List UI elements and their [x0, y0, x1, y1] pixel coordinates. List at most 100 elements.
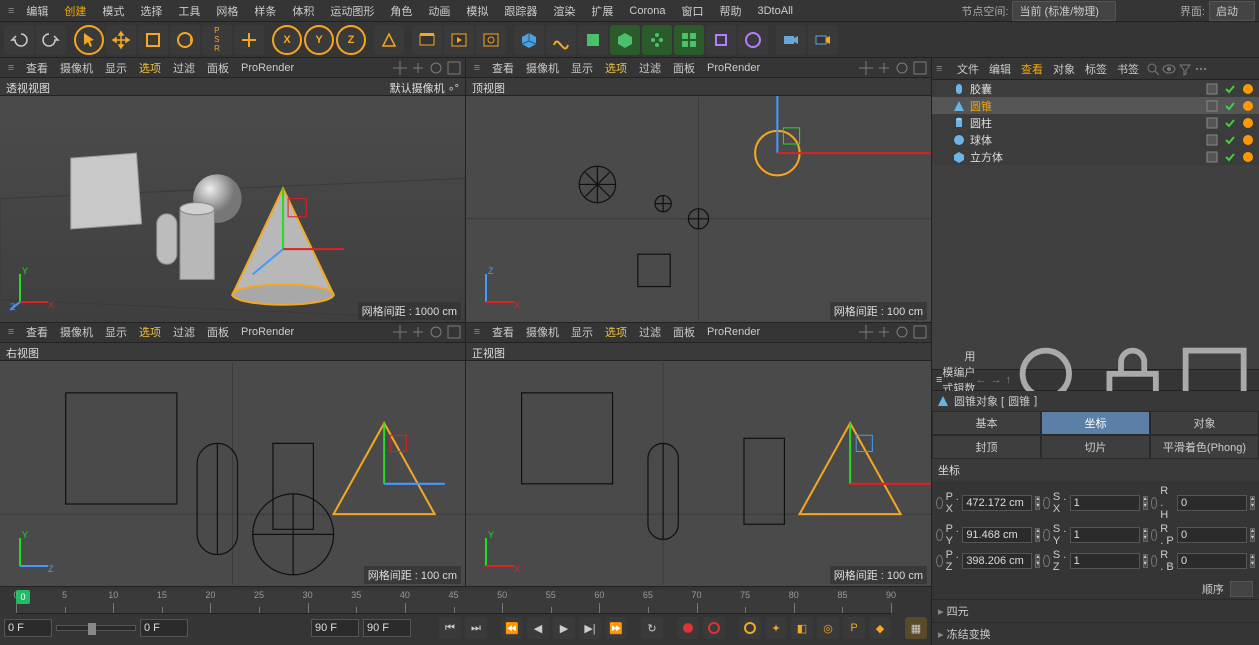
vp-front-canvas[interactable]: Y X 网格间距 : 100 cm — [466, 361, 931, 586]
vp-nav-move-icon[interactable] — [392, 60, 408, 76]
tl-step-fwd[interactable]: ▶| — [579, 617, 601, 639]
object-name[interactable]: 胶囊 — [970, 81, 1070, 97]
vp-hamburger-icon[interactable]: ≡ — [468, 326, 486, 338]
vp-menu-display[interactable]: 显示 — [99, 324, 133, 340]
vp-menu-filter[interactable]: 过滤 — [167, 60, 201, 76]
vp-menu-display[interactable]: 显示 — [565, 324, 599, 340]
nav-back-icon[interactable]: ← — [976, 374, 987, 386]
vp-nav-zoom-icon[interactable] — [410, 324, 426, 340]
vp-menu-panel[interactable]: 面板 — [667, 324, 701, 340]
om-tab-file[interactable]: 文件 — [952, 61, 984, 77]
redo-button[interactable] — [36, 25, 66, 55]
tl-range-start[interactable] — [140, 619, 188, 637]
coord-input-r2[interactable] — [1177, 553, 1247, 569]
vp-menu-view[interactable]: 查看 — [20, 324, 54, 340]
coord-input-p1[interactable] — [962, 527, 1032, 543]
menu-extensions[interactable]: 扩展 — [583, 3, 621, 19]
select-tool[interactable] — [74, 25, 104, 55]
om-tab-bookmarks[interactable]: 书签 — [1112, 61, 1144, 77]
vp-top-canvas[interactable]: Z X 网格间距 : 100 cm — [466, 96, 931, 321]
attr-tab-phong[interactable]: 平滑着色(Phong) — [1150, 435, 1259, 459]
add-camera-button[interactable] — [776, 25, 806, 55]
render-view-button[interactable] — [412, 25, 442, 55]
tl-cur-end[interactable] — [363, 619, 411, 637]
vp-menu-cameras[interactable]: 摄像机 — [54, 60, 99, 76]
vp-menu-filter[interactable]: 过滤 — [167, 324, 201, 340]
menu-edit[interactable]: 编辑 — [18, 3, 56, 19]
tl-goto-end[interactable]: ⏭ — [465, 617, 487, 639]
menu-character[interactable]: 角色 — [382, 3, 420, 19]
tl-step-back[interactable]: ◀ — [527, 617, 549, 639]
object-name[interactable]: 圆柱 — [970, 115, 1070, 131]
fold-quaternion[interactable]: 四元 — [932, 599, 1259, 622]
coord-system-button[interactable] — [374, 25, 404, 55]
vp-menu-display[interactable]: 显示 — [565, 60, 599, 76]
vp-menu-prorender[interactable]: ProRender — [235, 326, 300, 338]
object-row-cube[interactable]: 立方体 — [932, 148, 1259, 165]
settings-dots-icon[interactable] — [1194, 62, 1208, 76]
vp-menu-options[interactable]: 选项 — [599, 60, 633, 76]
add-generator2-button[interactable] — [610, 25, 640, 55]
anim-dot[interactable] — [936, 497, 943, 509]
axis-y-toggle[interactable]: Y — [304, 25, 334, 55]
vp-menu-panel[interactable]: 面板 — [201, 60, 235, 76]
add-light-button[interactable] — [808, 25, 838, 55]
tl-step-fwd-key[interactable]: ⏩ — [605, 617, 627, 639]
tl-key-rot[interactable]: ◎ — [817, 617, 839, 639]
phong-tag-icon[interactable] — [1241, 82, 1255, 96]
add-deformer-button[interactable] — [706, 25, 736, 55]
menu-hamburger-icon[interactable]: ≡ — [4, 5, 18, 17]
vp-persp-canvas[interactable]: Y X Z 网格间距 : 1000 cm — [0, 96, 465, 321]
vp-menu-view[interactable]: 查看 — [486, 60, 520, 76]
coord-input-p0[interactable] — [962, 495, 1032, 511]
om-tab-tags[interactable]: 标签 — [1080, 61, 1112, 77]
visibility-tag-icon[interactable] — [1223, 99, 1237, 113]
phong-tag-icon[interactable] — [1241, 150, 1255, 164]
axis-z-toggle[interactable]: Z — [336, 25, 366, 55]
attr-tab-slice[interactable]: 切片 — [1041, 435, 1150, 459]
add-field-button[interactable] — [642, 25, 672, 55]
menu-animate[interactable]: 动画 — [420, 3, 458, 19]
undo-button[interactable] — [4, 25, 34, 55]
vp-nav-orbit-icon[interactable] — [428, 60, 444, 76]
last-tool[interactable] — [234, 25, 264, 55]
tl-cur-start[interactable] — [4, 619, 52, 637]
stepper-r2[interactable]: ▴▾ — [1250, 554, 1255, 568]
object-row-cone[interactable]: 圆锥 — [932, 97, 1259, 114]
tl-key-scale[interactable]: ◧ — [791, 617, 813, 639]
menu-render[interactable]: 渲染 — [545, 3, 583, 19]
tl-key-pla[interactable]: ◆ — [869, 617, 891, 639]
stepper-p0[interactable]: ▴▾ — [1035, 496, 1040, 510]
vp-menu-panel[interactable]: 面板 — [201, 324, 235, 340]
visibility-tag-icon[interactable] — [1223, 82, 1237, 96]
visibility-tag-icon[interactable] — [1223, 150, 1237, 164]
coord-input-s0[interactable] — [1070, 495, 1140, 511]
tl-range-slider-left[interactable] — [56, 625, 136, 631]
nav-fwd-icon[interactable]: → — [987, 374, 1006, 386]
vp-right-canvas[interactable]: Y Z 网格间距 : 100 cm — [0, 361, 465, 586]
anim-dot[interactable] — [1043, 529, 1050, 541]
layer-tag-icon[interactable] — [1205, 116, 1219, 130]
menu-3dtoall[interactable]: 3DtoAll — [750, 5, 801, 17]
tl-step-back-key[interactable]: ⏪ — [501, 617, 523, 639]
vp-hamburger-icon[interactable]: ≡ — [2, 326, 20, 338]
vp-menu-panel[interactable]: 面板 — [667, 60, 701, 76]
menu-tools[interactable]: 工具 — [170, 3, 208, 19]
vp-nav-max-icon[interactable] — [446, 324, 462, 340]
vp-nav-orbit-icon[interactable] — [428, 324, 444, 340]
render-settings-button[interactable] — [476, 25, 506, 55]
render-pv-button[interactable] — [444, 25, 474, 55]
vp-menu-options[interactable]: 选项 — [133, 324, 167, 340]
anim-dot[interactable] — [936, 555, 943, 567]
coord-input-r1[interactable] — [1177, 527, 1247, 543]
timeline-ruler[interactable]: 0 051015202530354045505560657075808590 — [16, 590, 891, 614]
eye-icon[interactable] — [1162, 62, 1176, 76]
vp-menu-display[interactable]: 显示 — [99, 60, 133, 76]
object-row-sphere[interactable]: 球体 — [932, 131, 1259, 148]
vp-nav-max-icon[interactable] — [912, 60, 928, 76]
menu-mesh[interactable]: 网格 — [208, 3, 246, 19]
anim-dot[interactable] — [1043, 555, 1050, 567]
vp-hamburger-icon[interactable]: ≡ — [2, 62, 20, 74]
object-row-capsule[interactable]: 胶囊 — [932, 80, 1259, 97]
menu-mode[interactable]: 模式 — [94, 3, 132, 19]
